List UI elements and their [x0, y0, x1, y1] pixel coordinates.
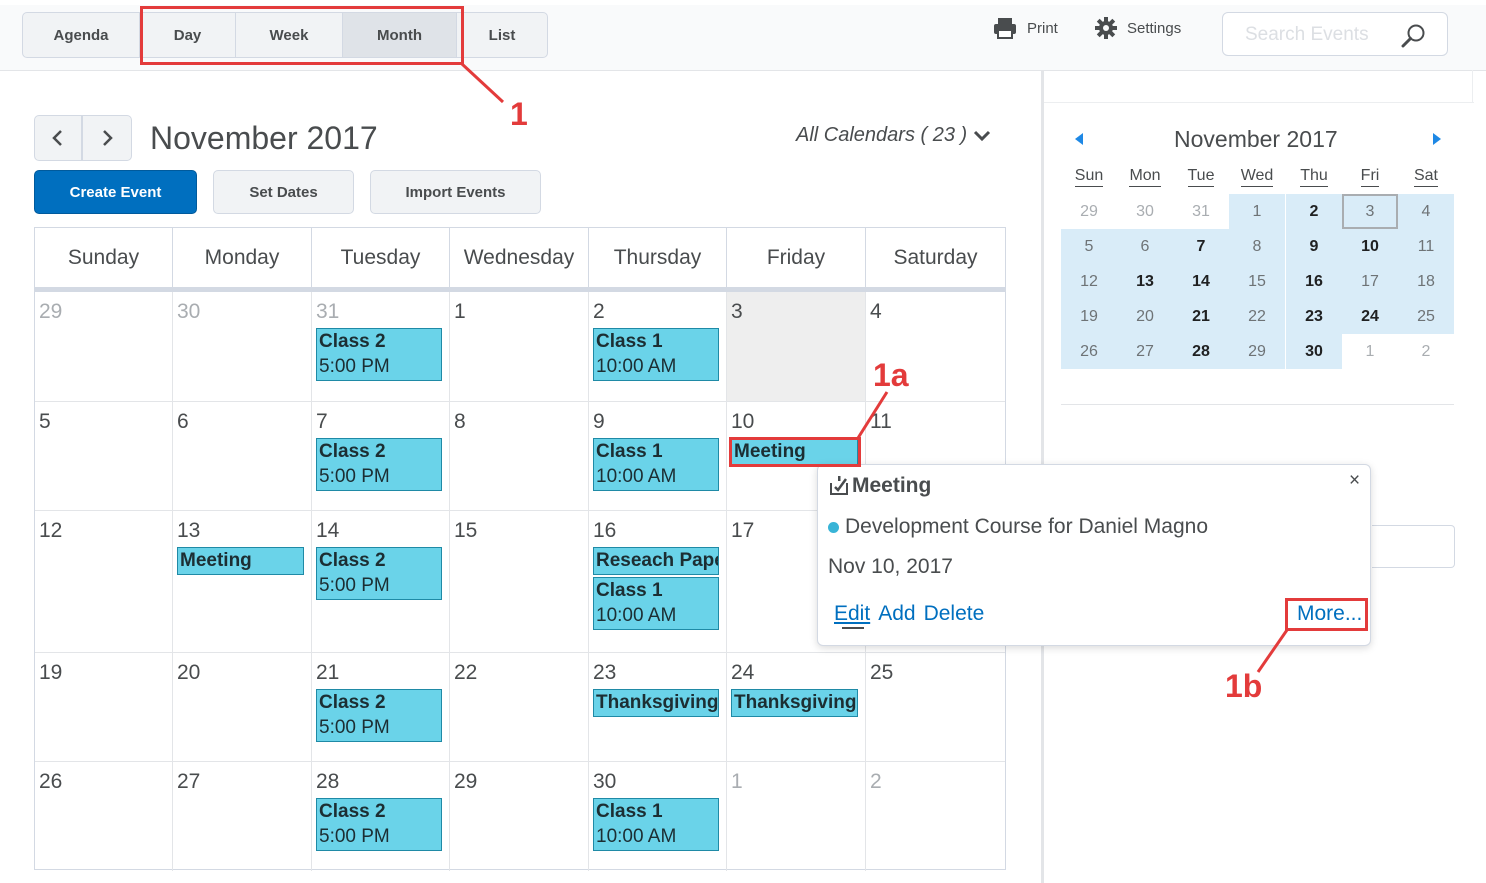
annotation-label-1: 1 [510, 96, 528, 132]
annotation-lines [460, 62, 1289, 673]
annotation-label-1a: 1a [873, 357, 909, 393]
annotation-label-1b: 1b [1225, 668, 1263, 704]
